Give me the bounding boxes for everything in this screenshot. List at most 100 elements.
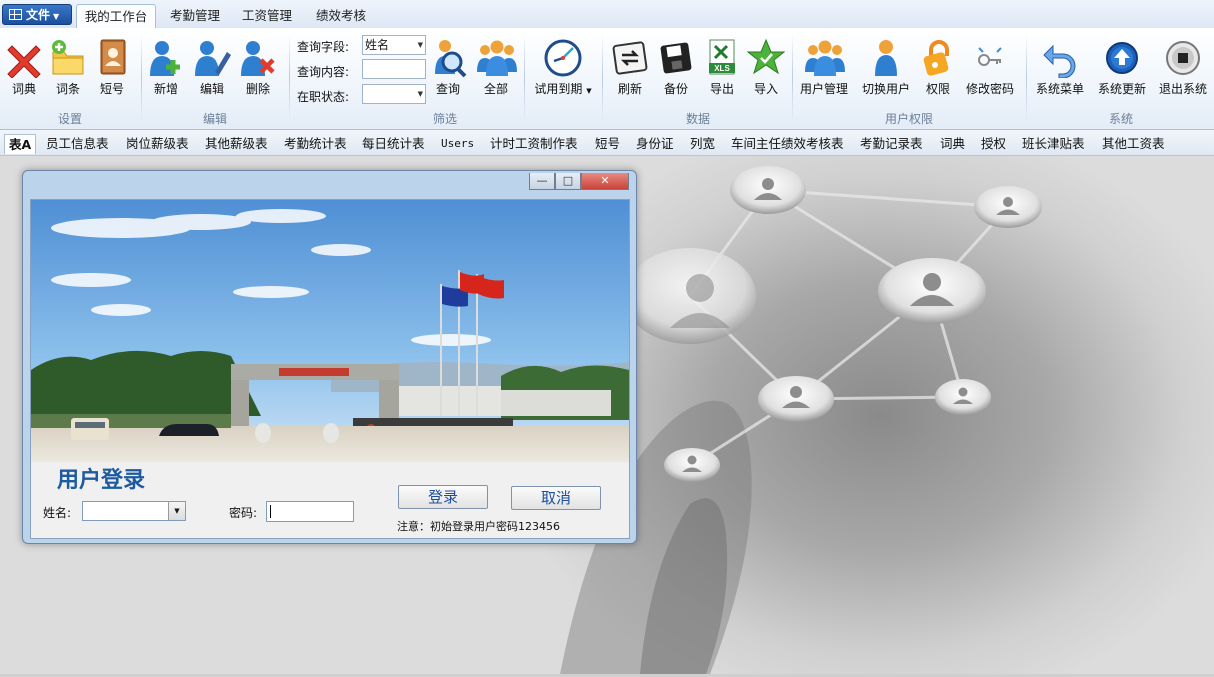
name-select[interactable]: ▼ [82, 501, 186, 521]
user-edit-icon [193, 38, 231, 78]
tab-payroll[interactable]: 工资管理 [234, 4, 300, 28]
user-management-label: 用户管理 [799, 82, 848, 96]
minimize-button[interactable]: — [529, 173, 555, 190]
backup-label: 备份 [663, 82, 688, 96]
file-menu-button[interactable]: 文件 ▼ [2, 4, 72, 25]
delete-button[interactable]: 删除 [238, 38, 278, 97]
group-label-user-permissions: 用户权限 [884, 112, 933, 126]
tab-my-workbench[interactable]: 我的工作台 [76, 4, 156, 28]
export-label: 导出 [709, 82, 734, 96]
refresh-label: 刷新 [617, 82, 642, 96]
group-label-edit: 编辑 [202, 112, 227, 126]
users-group-icon [477, 38, 517, 78]
login-window: — □ ✕ 用户登录 姓名: ▼ 密码: 登录 取消 注意：初始登录用户密码12… [22, 170, 637, 544]
sheet-tab[interactable]: 车间主任绩效考核表 [731, 134, 844, 154]
group-label-settings: 设置 [57, 112, 82, 126]
sheet-tab[interactable]: 授权 [981, 134, 1006, 154]
backup-button[interactable]: 备份 [656, 38, 696, 97]
sheet-tab[interactable]: 岗位薪级表 [126, 134, 189, 154]
sheet-tab[interactable]: 词典 [940, 134, 965, 154]
employment-status-label: 在职状态: [297, 90, 350, 104]
query-field-select[interactable]: 姓名 ▼ [362, 35, 426, 55]
tab-attendance[interactable]: 考勤管理 [162, 4, 228, 28]
text-cursor [270, 505, 271, 518]
edit-button[interactable]: 编辑 [192, 38, 232, 97]
maximize-button[interactable]: □ [555, 173, 581, 190]
tab-performance[interactable]: 绩效考核 [308, 4, 374, 28]
xls-badge-text: XLS [714, 64, 730, 73]
power-stop-icon [1164, 38, 1202, 78]
entries-label: 词条 [55, 82, 80, 96]
clock-icon [544, 38, 582, 78]
query-content-input[interactable] [362, 59, 426, 79]
user-delete-icon [239, 38, 277, 78]
export-button[interactable]: XLS 导出 [702, 38, 742, 97]
change-password-button[interactable]: 修改密码 [964, 38, 1016, 97]
entries-button[interactable]: 词条 [48, 38, 88, 97]
sheet-tab[interactable]: 班长津贴表 [1022, 134, 1085, 154]
ribbon: 词典 词条 短号 设置 新增 编辑 删除 编辑 查询字段: 姓名 ▼ 查询内容:… [0, 28, 1214, 130]
all-button[interactable]: 全部 [476, 38, 517, 97]
group-label-filter: 筛选 [432, 112, 457, 126]
file-menu-label: 文件 [26, 8, 51, 22]
ribbon-separator [602, 34, 603, 122]
delete-label: 删除 [245, 82, 270, 96]
sheet-tab[interactable]: 员工信息表 [46, 134, 109, 154]
dictionary-button[interactable]: 词典 [4, 38, 44, 97]
switch-user-label: 切换用户 [861, 82, 910, 96]
probation-expiry-text: 试用到期 [534, 82, 583, 96]
ribbon-separator [141, 34, 142, 122]
dropdown-arrow-icon[interactable]: ▼ [168, 502, 185, 520]
magnifier-icon [430, 38, 468, 78]
sheet-tab[interactable]: 计时工资制作表 [490, 134, 578, 154]
name-label: 姓名: [43, 506, 72, 520]
system-update-button[interactable]: 系统更新 [1096, 38, 1148, 97]
probation-expiry-label: 试用到期 ▼ [530, 80, 596, 97]
sheet-tab[interactable]: 每日统计表 [362, 134, 425, 154]
sheet-tab[interactable]: 身份证 [636, 134, 674, 154]
sheet-tab-bar: 表A 员工信息表 岗位薪级表 其他薪级表 考勤统计表 每日统计表 Users 计… [0, 130, 1214, 156]
import-button[interactable]: 导入 [746, 38, 786, 97]
sheet-tab[interactable]: 短号 [595, 134, 620, 154]
probation-expiry-button[interactable]: 试用到期 ▼ [530, 38, 596, 97]
permission-button[interactable]: 权限 [918, 38, 958, 97]
login-title: 用户登录 [57, 468, 146, 493]
sheet-tab[interactable]: 其他薪级表 [205, 134, 268, 154]
sms-button[interactable]: 短号 [92, 38, 132, 97]
user-icon [867, 38, 905, 78]
all-label: 全部 [483, 82, 508, 96]
query-field-label: 查询字段: [297, 40, 350, 54]
sheet-tab[interactable]: 列宽 [690, 134, 715, 154]
add-button[interactable]: 新增 [146, 38, 186, 97]
excel-icon: XLS [703, 38, 741, 78]
ribbon-separator [289, 34, 290, 122]
sheet-tab-users[interactable]: Users [441, 134, 474, 154]
sheet-tab[interactable]: 考勤记录表 [860, 134, 923, 154]
refresh-button[interactable]: 刷新 [610, 38, 650, 97]
refresh-icon [611, 38, 649, 78]
switch-user-button[interactable]: 切换用户 [860, 38, 912, 97]
user-management-button[interactable]: 用户管理 [798, 38, 850, 97]
query-label: 查询 [435, 82, 460, 96]
exit-system-button[interactable]: 退出系统 [1156, 38, 1210, 97]
group-label-data: 数据 [685, 112, 710, 126]
folder-add-icon [49, 38, 87, 78]
login-note: 注意：初始登录用户密码123456 [397, 520, 560, 533]
system-menu-button[interactable]: 系统菜单 [1034, 38, 1086, 97]
factory-gate-photo [31, 200, 629, 462]
floppy-disk-icon [657, 38, 695, 78]
password-input[interactable] [266, 501, 354, 522]
employment-status-select[interactable]: ▼ [362, 84, 426, 104]
login-button[interactable]: 登录 [398, 485, 488, 509]
close-button[interactable]: ✕ [581, 173, 629, 190]
query-button[interactable]: 查询 [430, 38, 468, 97]
password-label: 密码: [229, 506, 258, 520]
sheet-tab[interactable]: 其他工资表 [1102, 134, 1165, 154]
cancel-button[interactable]: 取消 [511, 486, 601, 510]
query-field-value: 姓名 [365, 38, 390, 52]
login-panel: 用户登录 姓名: ▼ 密码: 登录 取消 注意：初始登录用户密码123456 [30, 199, 630, 539]
sheet-tab[interactable]: 考勤统计表 [284, 134, 347, 154]
group-label-system: 系统 [1108, 112, 1133, 126]
ribbon-separator [792, 34, 793, 122]
sheet-tab-a[interactable]: 表A [4, 134, 37, 154]
